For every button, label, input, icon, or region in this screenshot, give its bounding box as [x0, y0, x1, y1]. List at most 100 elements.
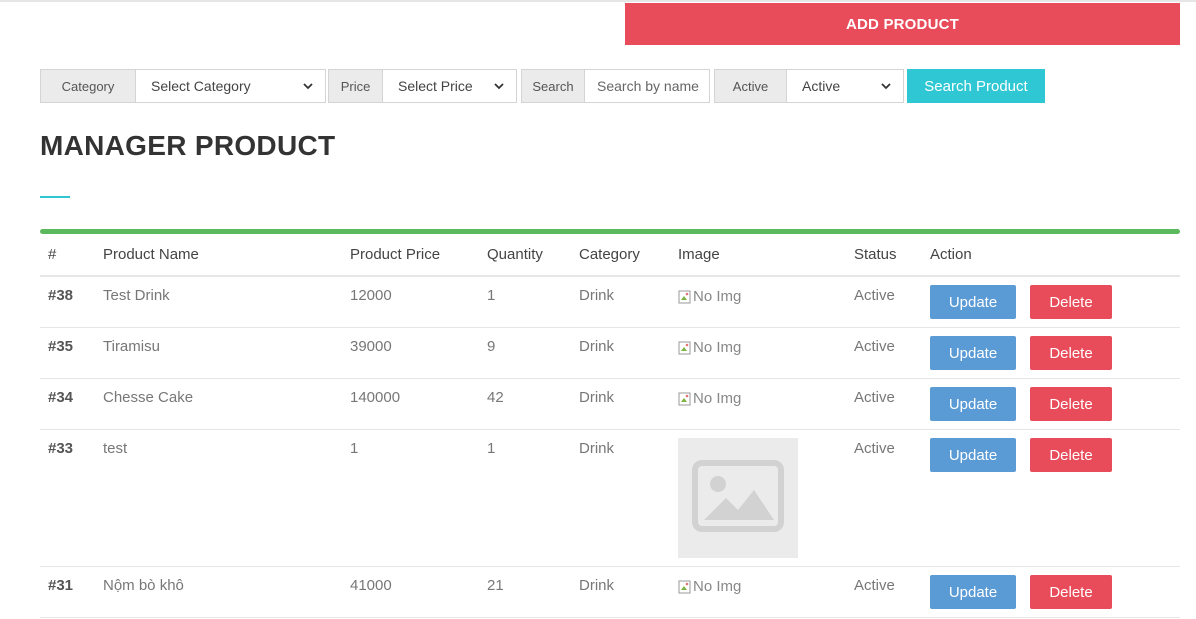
column-header: Action [922, 234, 1180, 277]
active-select-value: Active [802, 78, 841, 94]
image-placeholder [678, 438, 798, 558]
update-button[interactable]: Update [930, 438, 1016, 472]
column-header: Quantity [479, 234, 571, 277]
image-alt-text: No Img [693, 390, 742, 407]
product-quantity: 9 [479, 327, 571, 379]
broken-image: No Img [678, 578, 741, 595]
product-image: No Img [670, 566, 846, 618]
column-header: Status [846, 234, 922, 277]
product-price: 39000 [342, 327, 479, 379]
image-alt-text: No Img [693, 578, 742, 595]
delete-button[interactable]: Delete [1030, 285, 1112, 319]
table-row: #34 Chesse Cake 140000 42 Drink No Img A… [40, 378, 1180, 430]
product-quantity: 42 [479, 378, 571, 430]
column-header: Image [670, 234, 846, 277]
product-table-container: # Product Name Product Price Quantity Ca… [40, 229, 1180, 618]
product-image: No Img [670, 276, 846, 328]
product-name: test [95, 429, 342, 567]
product-quantity: 1 [479, 429, 571, 567]
search-field [585, 69, 710, 103]
product-status: Active [846, 429, 922, 567]
price-select-value: Select Price [398, 78, 473, 94]
product-price: 1 [342, 429, 479, 567]
product-price: 12000 [342, 276, 479, 328]
product-table: # Product Name Product Price Quantity Ca… [40, 234, 1180, 618]
add-product-button[interactable]: ADD PRODUCT [625, 3, 1180, 45]
search-addon: Search [521, 69, 585, 103]
product-image: No Img [670, 378, 846, 430]
price-filter: Price Select Price [328, 69, 517, 103]
price-select[interactable]: Select Price [383, 69, 517, 103]
delete-button[interactable]: Delete [1030, 575, 1112, 609]
product-id: #31 [40, 566, 95, 618]
search-product-button[interactable]: Search Product [907, 69, 1045, 103]
product-id: #35 [40, 327, 95, 379]
broken-image: No Img [678, 288, 741, 305]
delete-button[interactable]: Delete [1030, 336, 1112, 370]
action-cell: Update Delete [922, 429, 1180, 567]
title-underline [40, 196, 70, 198]
product-status: Active [846, 378, 922, 430]
top-border [0, 0, 1196, 2]
image-alt-text: No Img [693, 288, 742, 305]
product-name: Test Drink [95, 276, 342, 328]
broken-image-icon [678, 392, 692, 406]
broken-image: No Img [678, 390, 741, 407]
product-price: 41000 [342, 566, 479, 618]
product-name: Nộm bò khô [95, 566, 342, 618]
action-cell: Update Delete [922, 378, 1180, 430]
update-button[interactable]: Update [930, 336, 1016, 370]
broken-image-icon [678, 580, 692, 594]
table-header-row: # Product Name Product Price Quantity Ca… [40, 234, 1180, 277]
product-category: Drink [571, 378, 670, 430]
delete-button[interactable]: Delete [1030, 387, 1112, 421]
product-name: Chesse Cake [95, 378, 342, 430]
active-addon: Active [714, 69, 787, 103]
search-filter: Search [521, 69, 710, 103]
product-quantity: 1 [479, 276, 571, 328]
column-header: Product Price [342, 234, 479, 277]
update-button[interactable]: Update [930, 575, 1016, 609]
product-id: #38 [40, 276, 95, 328]
product-status: Active [846, 566, 922, 618]
table-row: #31 Nộm bò khô 41000 21 Drink No Img Act… [40, 566, 1180, 618]
category-filter: Category Select Category [40, 69, 326, 103]
product-image [670, 429, 846, 567]
chevron-down-icon [301, 79, 315, 93]
table-row: #35 Tiramisu 39000 9 Drink No Img Active… [40, 327, 1180, 379]
product-image: No Img [670, 327, 846, 379]
product-id: #33 [40, 429, 95, 567]
product-price: 140000 [342, 378, 479, 430]
image-alt-text: No Img [693, 339, 742, 356]
active-filter: Active Active [714, 69, 904, 103]
page-title: MANAGER PRODUCT [40, 130, 336, 161]
price-addon: Price [328, 69, 383, 103]
product-status: Active [846, 327, 922, 379]
update-button[interactable]: Update [930, 387, 1016, 421]
product-category: Drink [571, 276, 670, 328]
action-cell: Update Delete [922, 276, 1180, 328]
category-addon: Category [40, 69, 136, 103]
chevron-down-icon [492, 79, 506, 93]
delete-button[interactable]: Delete [1030, 438, 1112, 472]
broken-image: No Img [678, 339, 741, 356]
image-placeholder-icon [692, 460, 784, 536]
product-status: Active [846, 276, 922, 328]
product-name: Tiramisu [95, 327, 342, 379]
chevron-down-icon [879, 79, 893, 93]
search-input[interactable] [585, 71, 707, 101]
table-row: #33 test 1 1 Drink Active Update Delete [40, 429, 1180, 567]
update-button[interactable]: Update [930, 285, 1016, 319]
active-select[interactable]: Active [787, 69, 904, 103]
broken-image-icon [678, 290, 692, 304]
product-category: Drink [571, 327, 670, 379]
product-category: Drink [571, 566, 670, 618]
broken-image-icon [678, 341, 692, 355]
column-header: Category [571, 234, 670, 277]
column-header: # [40, 234, 95, 277]
product-category: Drink [571, 429, 670, 567]
product-id: #34 [40, 378, 95, 430]
action-cell: Update Delete [922, 566, 1180, 618]
category-select[interactable]: Select Category [136, 69, 326, 103]
column-header: Product Name [95, 234, 342, 277]
